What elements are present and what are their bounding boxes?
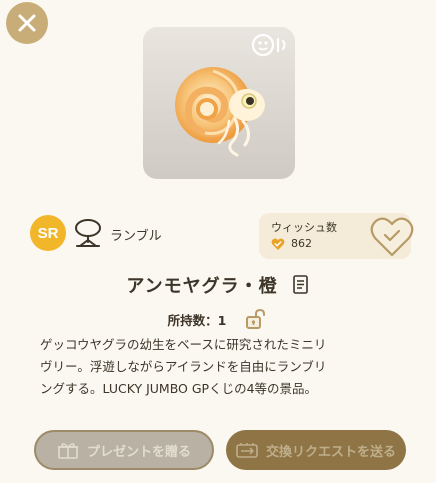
exchange-icon [236,443,258,458]
close-icon [18,14,36,32]
wish-panel: ウィッシュ数 862 [259,213,414,259]
face-sound-icon [251,33,286,57]
item-description: ゲッコウヤグラの幼生をベースに研究されたミニリ ヴリー。浮遊しながらアイランドを… [40,337,327,396]
owned-row: 所持数：1 [0,306,436,332]
heart-check-icon [271,238,285,250]
close-button[interactable] [6,2,48,44]
wish-label: ウィッシュ数 [271,221,337,234]
rumble-type-icon [75,219,101,247]
lock-icon[interactable] [244,307,268,331]
item-meta-row: SR ランブル ウィッシュ数 862 [0,210,436,260]
exchange-request-button[interactable]: 交換リクエストを送る [226,430,406,470]
wish-button[interactable] [369,213,415,259]
document-icon[interactable] [292,275,310,295]
exchange-button-label: 交換リクエストを送る [265,444,396,460]
type-label: ランブル [110,229,162,244]
title-row: アンモヤグラ・橙 [0,270,436,300]
creature-illustration [175,67,265,157]
item-title: アンモヤグラ・橙 [126,276,278,297]
rarity-badge: SR [30,215,66,251]
gift-icon [57,443,78,459]
item-card-image [143,27,295,179]
owned-count: 所持数：1 [167,312,227,328]
present-button-label: プレゼントを贈る [86,444,191,460]
wish-count: 862 [291,237,312,250]
present-button[interactable]: プレゼントを贈る [34,430,214,470]
